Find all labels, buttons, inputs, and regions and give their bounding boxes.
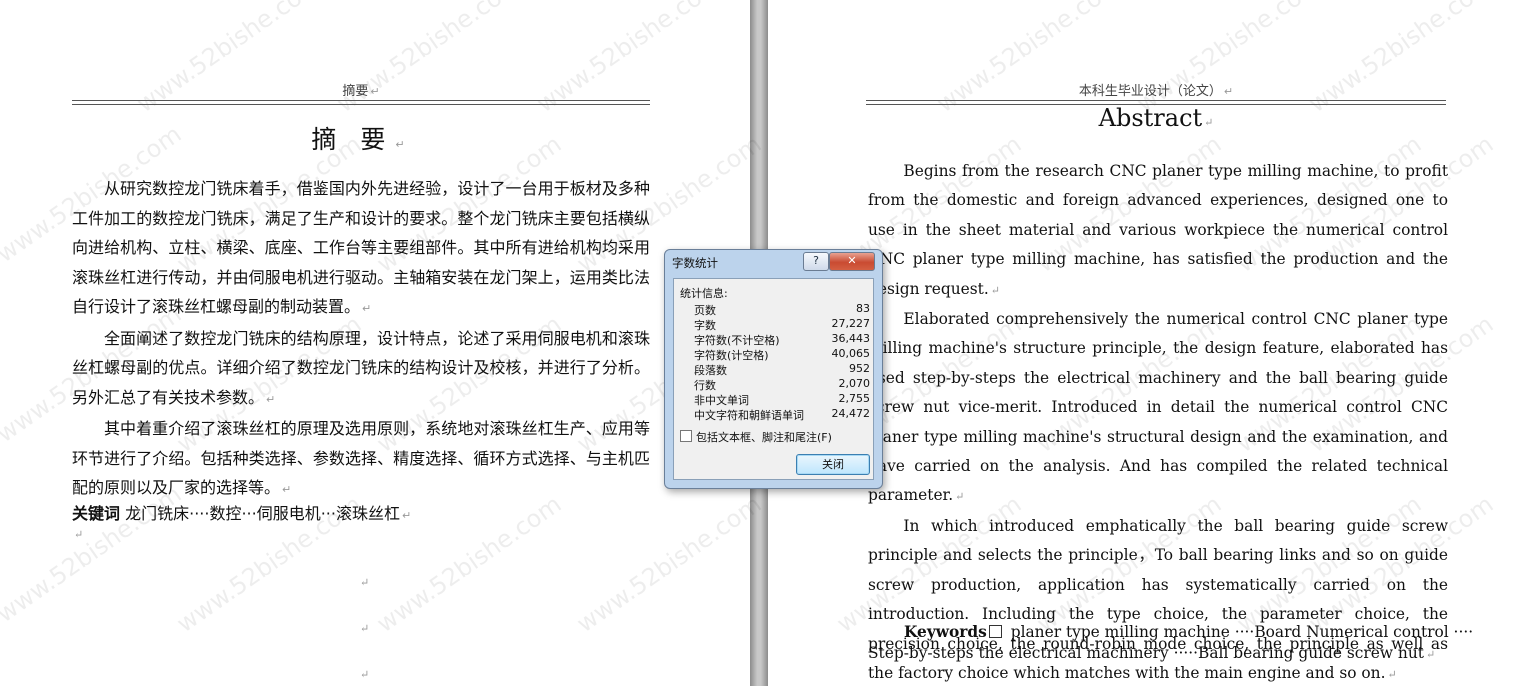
dialog-body: 统计信息: 页数 83 字数 27,227 字符数(不计空格) 36,443 字符数(… <box>673 278 874 480</box>
word-count-dialog[interactable]: 字数统计 ? ✕ 统计信息: 页数 83 字数 27,227 字符数(不计空格) 36… <box>664 249 883 489</box>
right-page-header: 本科生毕业设计（论文） ↵ <box>1078 84 1234 99</box>
stat-label: 中文字符和朝鲜语单词 <box>694 409 804 422</box>
close-button[interactable]: 关闭 <box>796 454 870 475</box>
stat-label: 字符数(不计空格) <box>694 334 780 347</box>
checkbox-label: 包括文本框、脚注和尾注(F) <box>696 431 832 444</box>
stat-value: 27,227 <box>831 317 871 330</box>
stat-value: 36,443 <box>831 332 871 345</box>
stat-label: 段落数 <box>694 364 727 377</box>
left-page-header: 摘要 ↵ <box>342 84 380 99</box>
cn-paragraph-3: 其中着重介绍了滚珠丝杠的原理及选用原则，系统地对滚珠丝杠生产、应用等环节进行了介… <box>72 419 650 497</box>
en-abstract-title: Abstract ↵ <box>1098 104 1214 132</box>
stat-row-cjk-chars: 中文字符和朝鲜语单词 24,472 <box>688 407 870 422</box>
cn-paragraph-1: 从研究数控龙门铣床着手，借鉴国内外先进经验，设计了一台用于板材及多种工件加工的数… <box>72 179 650 316</box>
stat-value: 24,472 <box>831 407 871 420</box>
stat-row-words: 字数 27,227 <box>688 317 870 332</box>
cn-keywords-label: 关键词 <box>72 504 121 523</box>
stat-label: 字符数(计空格) <box>694 349 769 362</box>
include-textboxes-checkbox[interactable]: 包括文本框、脚注和尾注(F) <box>680 429 832 445</box>
stat-row-chars-with-spaces: 字符数(计空格) 40,065 <box>688 347 870 362</box>
empty-paragraph-mark: ↵ <box>360 668 370 681</box>
stat-value: 952 <box>849 362 870 375</box>
stats-heading: 统计信息: <box>680 287 728 300</box>
stat-value: 83 <box>856 302 870 315</box>
stat-label: 页数 <box>694 304 716 317</box>
stat-row-non-chinese-words: 非中文单词 2,755 <box>688 392 870 407</box>
cn-paragraph-2: 全面阐述了数控龙门铣床的结构原理，设计特点，论述了采用伺服电机和滚珠丝杠螺母副的… <box>72 328 650 407</box>
stat-value: 2,070 <box>838 377 871 390</box>
en-paragraph-1: Begins from the research CNC planer type… <box>868 162 1448 298</box>
en-keywords-label: Keywords <box>904 623 987 641</box>
cn-keywords: 关键词 龙门铣床····数控···伺服电机···滚珠丝杠 ↵ <box>72 504 412 523</box>
dialog-title: 字数统计 <box>672 256 718 270</box>
checkbox-box[interactable] <box>680 430 692 442</box>
stat-label: 行数 <box>694 379 716 392</box>
en-keywords: Keywords planer type milling machine ···… <box>868 623 1474 662</box>
help-icon: ? <box>813 254 819 267</box>
stat-label: 非中文单词 <box>694 394 749 407</box>
cn-abstract-title: 摘 要 ↵ <box>311 125 413 154</box>
cn-abstract-body[interactable]: 从研究数控龙门铣床着手，借鉴国内外先进经验，设计了一台用于板材及多种工件加工的数… <box>72 174 650 505</box>
close-icon: ✕ <box>847 254 857 267</box>
dialog-close-x-button[interactable]: ✕ <box>829 252 875 271</box>
stat-row-paragraphs: 段落数 952 <box>688 362 870 377</box>
stat-label: 字数 <box>694 319 716 332</box>
stat-row-lines: 行数 2,070 <box>688 377 870 392</box>
en-abstract-body[interactable]: Begins from the research CNC planer type… <box>868 157 1448 689</box>
stat-row-chars-no-spaces: 字符数(不计空格) 36,443 <box>688 332 870 347</box>
stat-row-pages: 页数 83 <box>688 302 870 317</box>
left-header-rule <box>72 100 650 105</box>
help-button[interactable]: ? <box>803 252 829 271</box>
stat-value: 40,065 <box>831 347 871 360</box>
empty-paragraph-mark: ↵ <box>74 528 84 541</box>
empty-paragraph-mark: ↵ <box>360 576 370 589</box>
missing-glyph-box <box>988 625 1002 638</box>
stat-value: 2,755 <box>838 392 871 405</box>
en-paragraph-2: Elaborated comprehensively the numerical… <box>868 310 1448 505</box>
empty-paragraph-mark: ↵ <box>360 622 370 635</box>
dialog-titlebar[interactable]: 字数统计 ? ✕ <box>665 250 882 274</box>
